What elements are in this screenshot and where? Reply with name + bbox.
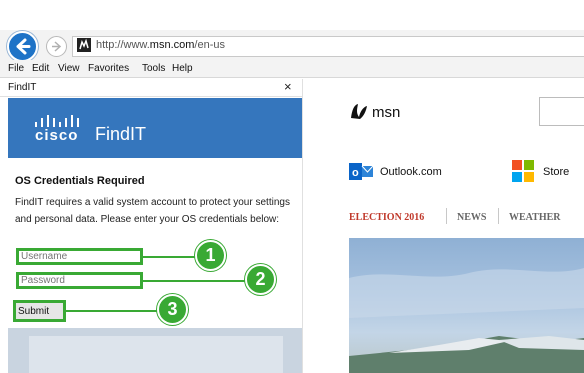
- url-suffix: /en-us: [194, 39, 225, 51]
- hero-landscape-graphic: [349, 268, 584, 373]
- menu-edit[interactable]: Edit: [32, 63, 49, 74]
- username-field[interactable]: [16, 248, 143, 265]
- back-arrow-icon: [16, 38, 31, 55]
- back-button[interactable]: [7, 31, 38, 62]
- url-domain: msn.com: [149, 39, 195, 51]
- callout-3-line: [66, 310, 157, 312]
- pane-divider: [302, 79, 303, 373]
- side-pane-title: FindIT: [8, 82, 37, 93]
- msn-butterfly-icon[interactable]: [348, 100, 370, 122]
- close-icon[interactable]: ×: [284, 79, 292, 94]
- forward-button[interactable]: [46, 36, 67, 57]
- msn-logo-text[interactable]: msn: [372, 104, 400, 121]
- store-icon[interactable]: [512, 160, 534, 182]
- cisco-wordmark: cisco: [35, 127, 79, 144]
- findit-app-name: FindIT: [95, 124, 147, 144]
- menu-file[interactable]: File: [8, 63, 24, 74]
- browser-window: http://www.msn.com/en-us File Edit View …: [0, 0, 584, 373]
- callout-2-line: [143, 280, 245, 282]
- nav-election-2016[interactable]: ELECTION 2016: [349, 212, 424, 223]
- findit-footer-panel: [29, 336, 283, 373]
- nav-separator: [498, 208, 499, 224]
- url-prefix: http://www.: [96, 39, 150, 51]
- side-pane-titlebar: [0, 79, 303, 97]
- site-favicon-icon: [77, 38, 91, 52]
- callout-3-badge: 3: [157, 294, 188, 325]
- nav-separator: [446, 208, 447, 224]
- password-field[interactable]: [16, 272, 143, 289]
- credentials-heading: OS Credentials Required: [15, 175, 145, 187]
- menu-favorites[interactable]: Favorites: [88, 63, 129, 74]
- menu-view[interactable]: View: [58, 63, 80, 74]
- callout-2-badge: 2: [245, 264, 276, 295]
- callout-1-badge: 1: [195, 240, 226, 271]
- outlook-icon[interactable]: o: [349, 163, 373, 180]
- hero-image[interactable]: [349, 238, 584, 373]
- nav-weather[interactable]: WEATHER: [509, 212, 561, 223]
- forward-arrow-icon: [52, 41, 62, 52]
- menu-tools[interactable]: Tools: [142, 63, 165, 74]
- credentials-description: FindIT requires a valid system account t…: [15, 197, 290, 225]
- nav-news[interactable]: NEWS: [457, 212, 486, 223]
- store-link[interactable]: Store: [543, 166, 569, 178]
- menu-help[interactable]: Help: [172, 63, 193, 74]
- url-text[interactable]: http://www.msn.com/en-us: [96, 39, 225, 51]
- callout-1-line: [143, 256, 195, 258]
- outlook-link[interactable]: Outlook.com: [380, 166, 442, 178]
- msn-search-input[interactable]: [539, 97, 584, 126]
- cisco-logo: cisco: [34, 115, 84, 147]
- submit-button[interactable]: Submit: [13, 300, 66, 322]
- svg-text:o: o: [352, 167, 359, 179]
